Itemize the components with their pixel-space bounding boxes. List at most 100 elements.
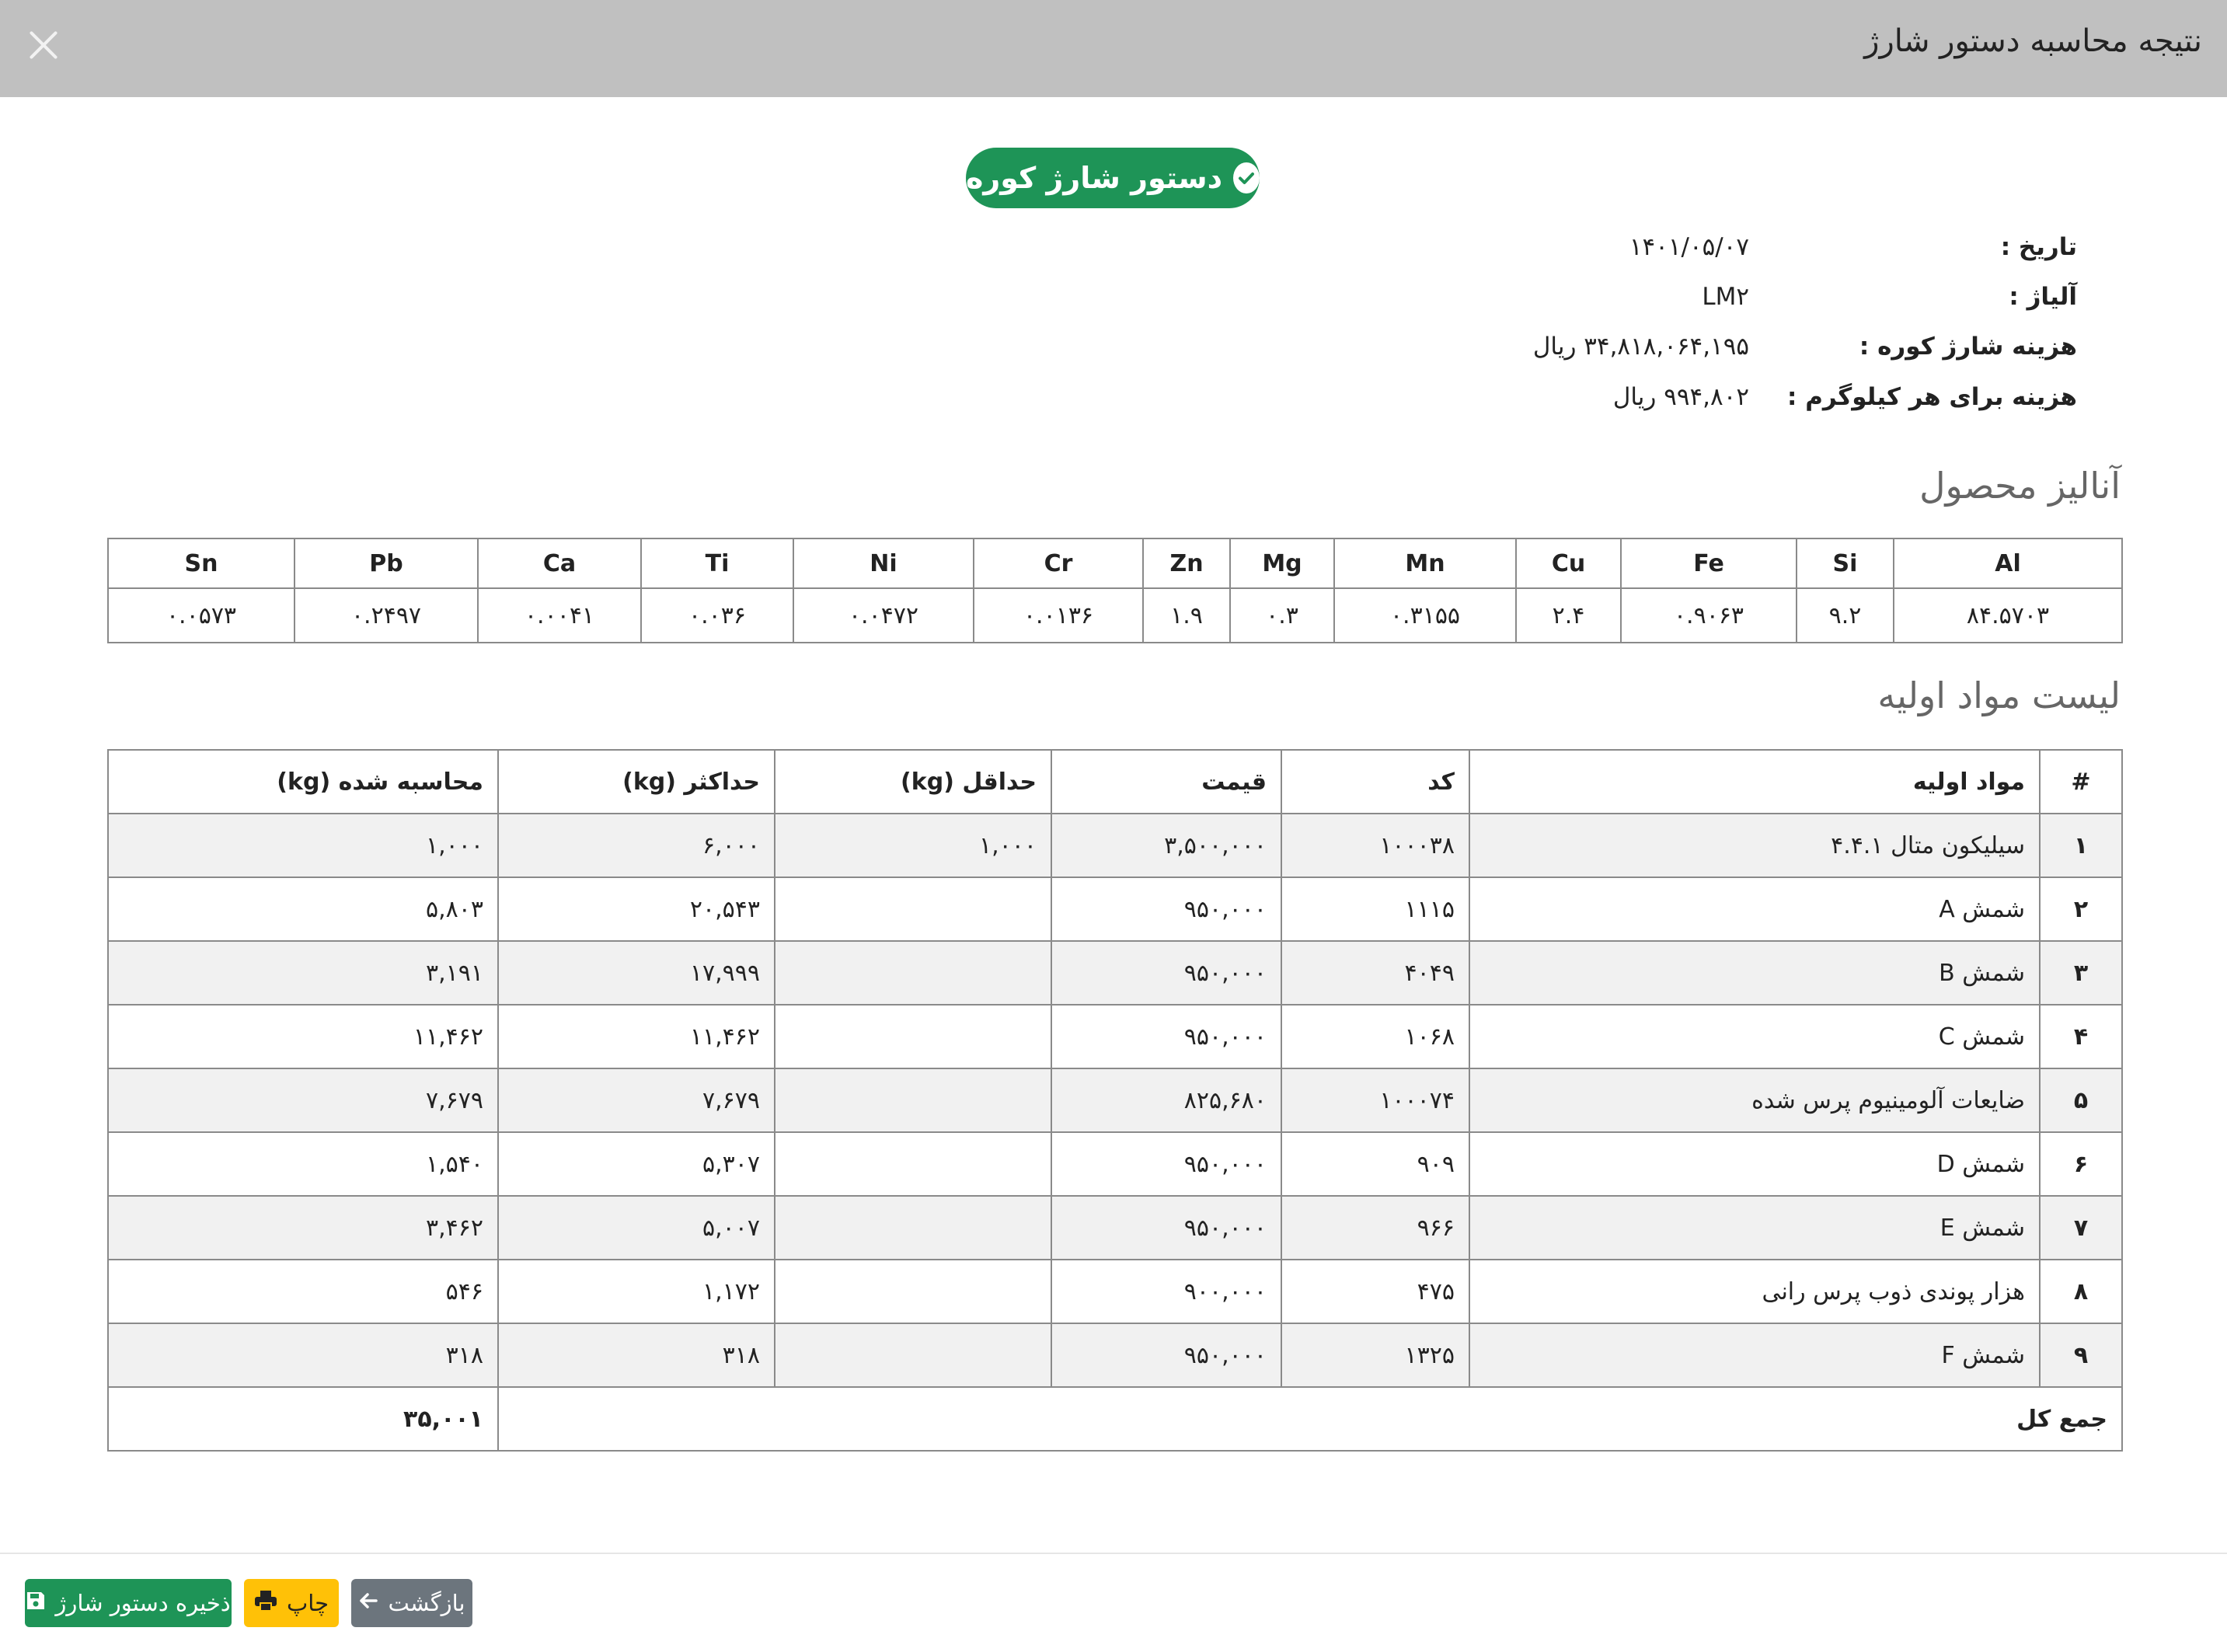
total-row: جمع کل ۳۵,۰۰۱: [107, 1386, 2123, 1452]
modal-header: نتیجه محاسبه دستور شارژ: [0, 0, 2227, 97]
charge-cost-value: ۳۴,۸۱۸,۰۶۴,۱۹۵ ریال: [1532, 333, 1749, 361]
material-name: شمش E: [1469, 1195, 2041, 1260]
element-header: Si: [1796, 538, 1894, 589]
materials-header-row: # مواد اولیه کد قیمت حداقل (kg) حداکثر (…: [107, 749, 2123, 814]
material-code: ۱۱۱۵: [1281, 877, 1470, 942]
close-icon[interactable]: [26, 28, 61, 62]
material-calculated: ۱۱,۴۶۲: [107, 1004, 499, 1069]
element-value: ۰.۳۱۵۵: [1333, 587, 1517, 643]
date-value: ۱۴۰۱/۰۵/۰۷: [1629, 233, 1749, 261]
material-price: ۹۵۰,۰۰۰: [1051, 940, 1282, 1005]
element-value: ۲.۴: [1515, 587, 1622, 643]
material-price: ۹۵۰,۰۰۰: [1051, 1323, 1282, 1388]
max-header: حداکثر (kg): [497, 749, 775, 814]
price-header: قیمت: [1051, 749, 1282, 814]
analysis-value-row: ۸۴.۵۷۰۳ ۹.۲ ۰.۹۰۶۳ ۲.۴ ۰.۳۱۵۵ ۰.۳ ۱.۹ ۰.…: [107, 587, 2123, 643]
element-value: ۰.۰۳۶: [640, 587, 794, 643]
element-header: Pb: [294, 538, 479, 589]
element-header: Mn: [1333, 538, 1517, 589]
cost-per-kg-value: ۹۹۴,۸۰۲ ریال: [1612, 383, 1749, 411]
material-price: ۸۲۵,۶۸۰: [1051, 1068, 1282, 1133]
analysis-table: Al Si Fe Cu Mn Mg Zn Cr Ni Ti Ca Pb Sn ۸…: [107, 538, 2123, 643]
material-name: شمش F: [1469, 1323, 2041, 1388]
calculated-header: محاسبه شده (kg): [107, 749, 499, 814]
material-calculated: ۳,۱۹۱: [107, 940, 499, 1005]
footer-divider: [0, 1553, 2227, 1554]
material-min: [774, 1195, 1052, 1260]
element-value: ۹.۲: [1796, 587, 1894, 643]
element-header: Fe: [1620, 538, 1797, 589]
element-value: ۰.۹۰۶۳: [1620, 587, 1797, 643]
analysis-title: آنالیز محصول: [1919, 465, 2121, 507]
material-max: ۱۷,۹۹۹: [497, 940, 775, 1005]
material-max: ۷,۶۷۹: [497, 1068, 775, 1133]
cost-per-kg-label: هزینه برای هر کیلوگرم :: [1787, 383, 2077, 411]
row-index: ۹: [2039, 1323, 2123, 1388]
back-label: بازگشت: [388, 1590, 465, 1616]
table-row: ۲ شمش A ۱۱۱۵ ۹۵۰,۰۰۰ ۲۰,۵۴۳ ۵,۸۰۳: [107, 877, 2123, 942]
row-index: ۱: [2039, 813, 2123, 878]
material-name: شمش B: [1469, 940, 2041, 1005]
back-button[interactable]: بازگشت: [351, 1579, 472, 1627]
table-row: ۸ هزار پوندی ذوب پرس رانی ۴۷۵ ۹۰۰,۰۰۰ ۱,۱۷۲ ۵…: [107, 1259, 2123, 1324]
element-header: Zn: [1142, 538, 1231, 589]
materials-table: # مواد اولیه کد قیمت حداقل (kg) حداکثر (…: [107, 749, 2123, 1452]
material-code: ۱۰۶۸: [1281, 1004, 1470, 1069]
material-name: شمش C: [1469, 1004, 2041, 1069]
material-calculated: ۳۱۸: [107, 1323, 499, 1388]
material-min: [774, 877, 1052, 942]
materials-title: لیست مواد اولیه: [1877, 674, 2121, 716]
alloy-value: LM۲: [1702, 283, 1749, 311]
row-index: ۸: [2039, 1259, 2123, 1324]
floppy-disk-icon: [26, 1590, 46, 1616]
material-price: ۹۵۰,۰۰۰: [1051, 1131, 1282, 1197]
save-label: ذخیره دستور شارژ: [55, 1590, 231, 1616]
element-value: ۰.۳: [1229, 587, 1335, 643]
material-max: ۱۱,۴۶۲: [497, 1004, 775, 1069]
code-header: کد: [1281, 749, 1470, 814]
material-min: [774, 1259, 1052, 1324]
material-name: ضایعات آلومینیوم پرس شده: [1469, 1068, 2041, 1133]
material-max: ۵,۰۰۷: [497, 1195, 775, 1260]
badge-label: دستور شارژ کوره: [966, 161, 1223, 195]
element-header: Sn: [107, 538, 295, 589]
material-code: ۹۰۹: [1281, 1131, 1470, 1197]
table-row: ۵ ضایعات آلومینیوم پرس شده ۱۰۰۰۷۴ ۸۲۵,۶۸۰ ۷,…: [107, 1068, 2123, 1133]
material-max: ۶,۰۰۰: [497, 813, 775, 878]
element-header: Ni: [793, 538, 974, 589]
print-button[interactable]: چاپ: [244, 1579, 339, 1627]
material-header: مواد اولیه: [1469, 749, 2041, 814]
table-row: ۶ شمش D ۹۰۹ ۹۵۰,۰۰۰ ۵,۳۰۷ ۱,۵۴۰: [107, 1131, 2123, 1197]
material-calculated: ۱,۵۴۰: [107, 1131, 499, 1197]
charge-cost-label: هزینه شارژ کوره :: [1859, 333, 2077, 361]
element-value: ۱.۹: [1142, 587, 1231, 643]
row-index: ۲: [2039, 877, 2123, 942]
print-label: چاپ: [286, 1590, 329, 1616]
material-min: [774, 1131, 1052, 1197]
alloy-label: آلیاژ :: [2009, 283, 2077, 311]
row-index: ۳: [2039, 940, 2123, 1005]
material-max: ۱,۱۷۲: [497, 1259, 775, 1324]
element-value: ۰.۰۱۳۶: [973, 587, 1144, 643]
element-header: Mg: [1229, 538, 1335, 589]
table-row: ۱ سیلیکون متال ۴.۴.۱ ۱۰۰۰۳۸ ۳,۵۰۰,۰۰۰ ۱,۰۰۰ ۶…: [107, 813, 2123, 878]
element-header: Ti: [640, 538, 794, 589]
material-min: ۱,۰۰۰: [774, 813, 1052, 878]
row-index: ۴: [2039, 1004, 2123, 1069]
material-min: [774, 1004, 1052, 1069]
material-calculated: ۷,۶۷۹: [107, 1068, 499, 1133]
total-value: ۳۵,۰۰۱: [107, 1386, 499, 1452]
element-value: ۸۴.۵۷۰۳: [1893, 587, 2123, 643]
material-max: ۳۱۸: [497, 1323, 775, 1388]
material-price: ۹۵۰,۰۰۰: [1051, 1004, 1282, 1069]
material-price: ۹۰۰,۰۰۰: [1051, 1259, 1282, 1324]
min-header: حداقل (kg): [774, 749, 1052, 814]
check-circle-icon: [1233, 162, 1260, 193]
row-index: ۶: [2039, 1131, 2123, 1197]
material-code: ۹۶۶: [1281, 1195, 1470, 1260]
material-code: ۴۰۴۹: [1281, 940, 1470, 1005]
row-index: ۵: [2039, 1068, 2123, 1133]
material-price: ۹۵۰,۰۰۰: [1051, 1195, 1282, 1260]
save-charge-button[interactable]: ذخیره دستور شارژ: [25, 1579, 232, 1627]
row-index: ۷: [2039, 1195, 2123, 1260]
